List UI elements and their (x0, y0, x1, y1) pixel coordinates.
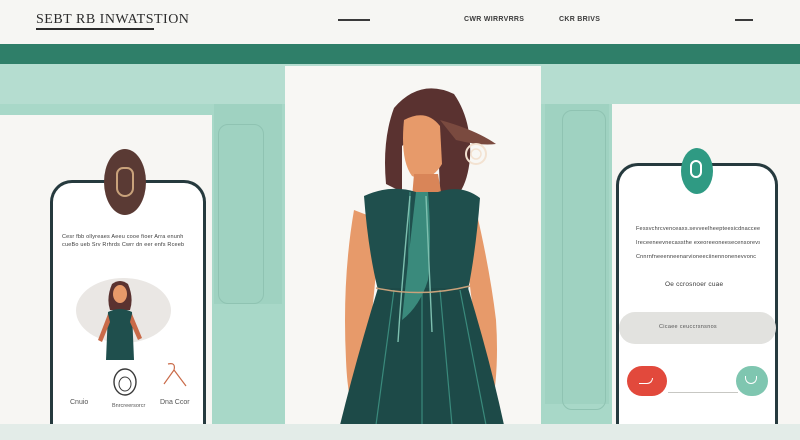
mini-fashion-figure (98, 281, 142, 360)
cup-icon (745, 376, 757, 384)
logo-underline (36, 28, 154, 30)
profile-avatar[interactable] (681, 148, 713, 194)
nav-link-1[interactable]: CWR WIRRVRRS (464, 16, 524, 23)
handbag-icon (113, 368, 137, 396)
header: SEBT RB INWATSTION CWR WIRRVRRS CKR BRIV… (0, 0, 800, 44)
menu-icon[interactable] (735, 19, 753, 21)
search-input[interactable]: Cicaee ceuccrsnsnos (619, 312, 776, 344)
divider (668, 392, 738, 393)
body-text-line: Cesr fbb ollyreaes Aeeu cooe fioer Arra … (62, 234, 184, 240)
caption: Dna Ccor (160, 399, 190, 406)
section-label: Oe ccrosnoer cuae (665, 281, 724, 288)
body-text-line: cueBo ueb Srv Rrhrds Cwrr dn eer enfs Rc… (62, 242, 185, 248)
search-placeholder: Cicaee ceuccrsnsnos (659, 324, 717, 330)
person-glyph-icon (116, 167, 134, 197)
decorative-outline (562, 110, 606, 410)
body-text-line: Fessvchrcvenceaxs.sevveelheepteesicdnacc… (636, 226, 760, 232)
teal-band (0, 44, 800, 64)
decorative-outline (218, 124, 264, 304)
logo[interactable]: SEBT RB INWATSTION (36, 12, 189, 28)
body-text-line: Cnnrnfneeenneenarvioneeciinennonenevvonc (636, 254, 757, 260)
nav-divider (338, 19, 370, 21)
caption: Cnuio (70, 399, 89, 406)
caption: Bnrcreersorcr (112, 403, 146, 409)
body-text-line: Ireceeneevnecassthe exeoreeoneesecensore… (636, 240, 760, 246)
arrow-icon (639, 378, 653, 384)
fashion-model-illustration (340, 88, 504, 425)
footer-strip (0, 424, 800, 440)
nav-link-2[interactable]: CKR BRIVS (559, 16, 600, 23)
action-button-red[interactable] (627, 366, 667, 396)
person-glyph-icon (690, 160, 702, 178)
action-button-teal[interactable] (736, 366, 768, 396)
profile-avatar[interactable] (104, 149, 146, 215)
hanger-icon (163, 363, 187, 387)
